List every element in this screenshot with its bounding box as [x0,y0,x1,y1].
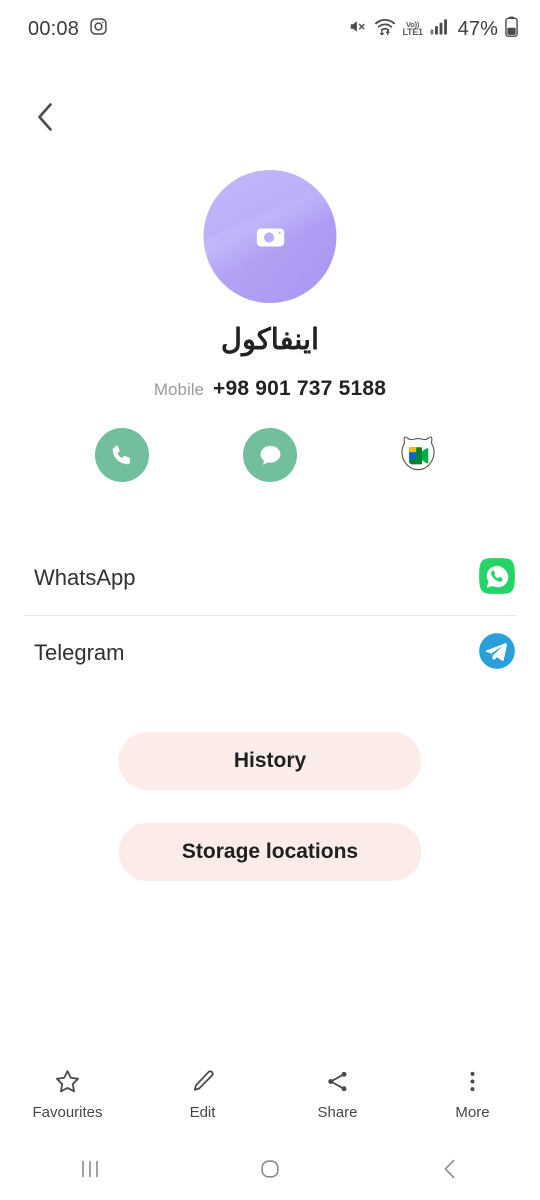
nav-home-button[interactable] [180,1157,360,1181]
nav-recents-button[interactable] [0,1158,180,1180]
chevron-left-icon [38,103,52,131]
home-square-icon [261,1160,279,1178]
message-bubble-icon [260,445,280,465]
nav-back-button[interactable] [360,1157,540,1181]
message-button[interactable] [243,428,297,482]
app-label: Telegram [34,640,125,665]
toolbar-item-edit[interactable]: Edit [135,1068,270,1121]
status-bar-right: Vo)) LTE1 47% [348,16,518,42]
app-row-telegram[interactable]: Telegram [0,616,540,690]
signal-icon [430,18,449,40]
whatsapp-icon[interactable] [478,557,516,600]
more-vertical-icon [470,1071,475,1091]
mute-icon [348,17,367,41]
battery-icon [505,16,518,42]
volte-icon: Vo)) LTE1 [402,19,423,38]
instagram-icon [89,17,108,41]
toolbar-label: Share [317,1103,358,1121]
telegram-icon[interactable] [478,632,516,675]
phone-icon [112,445,131,465]
app-label: WhatsApp [34,565,136,590]
avatar[interactable] [203,170,337,303]
android-navigation-bar [0,1138,540,1200]
history-button[interactable]: History [118,732,422,790]
toolbar-label: Edit [189,1103,216,1121]
contact-name: اینفاکول [220,324,320,356]
pencil-icon [193,1069,214,1091]
phone-label: Mobile [153,380,204,399]
recents-bars-icon [82,1160,98,1178]
bottom-toolbar: Favourites Edit Share More [0,1054,540,1134]
toolbar-label: Favourites [32,1103,103,1121]
status-bar: 00:08 Vo)) LTE1 47% [0,0,540,58]
status-clock: 00:08 [28,17,80,40]
linked-apps-list: WhatsApp Telegram [0,541,540,690]
wifi-icon [374,17,396,41]
back-button[interactable] [18,92,72,142]
app-row-whatsapp[interactable]: WhatsApp [0,541,540,615]
toolbar-item-share[interactable]: Share [270,1068,405,1121]
phone-number: +98 901 737 5188 [212,377,387,400]
call-button[interactable] [95,428,149,482]
storage-locations-button[interactable]: Storage locations [118,823,422,881]
quick-actions [0,428,540,482]
battery-percent: 47% [457,17,498,40]
status-bar-left: 00:08 [28,17,108,41]
share-nodes-icon [328,1071,347,1091]
toolbar-label: More [455,1103,490,1121]
toolbar-item-favourites[interactable]: Favourites [0,1068,135,1121]
toolbar-item-more[interactable]: More [405,1068,540,1121]
video-call-button[interactable] [391,428,445,482]
chevron-left-icon [444,1159,455,1179]
phone-row[interactable]: Mobile +98 901 737 5188 [0,377,540,401]
google-meet-icon [401,436,435,471]
star-outline-icon [56,1069,79,1092]
contact-details-screen: 00:08 Vo)) LTE1 47% اینفاکول Mobile +98 … [0,0,540,1200]
camera-icon [256,228,284,246]
